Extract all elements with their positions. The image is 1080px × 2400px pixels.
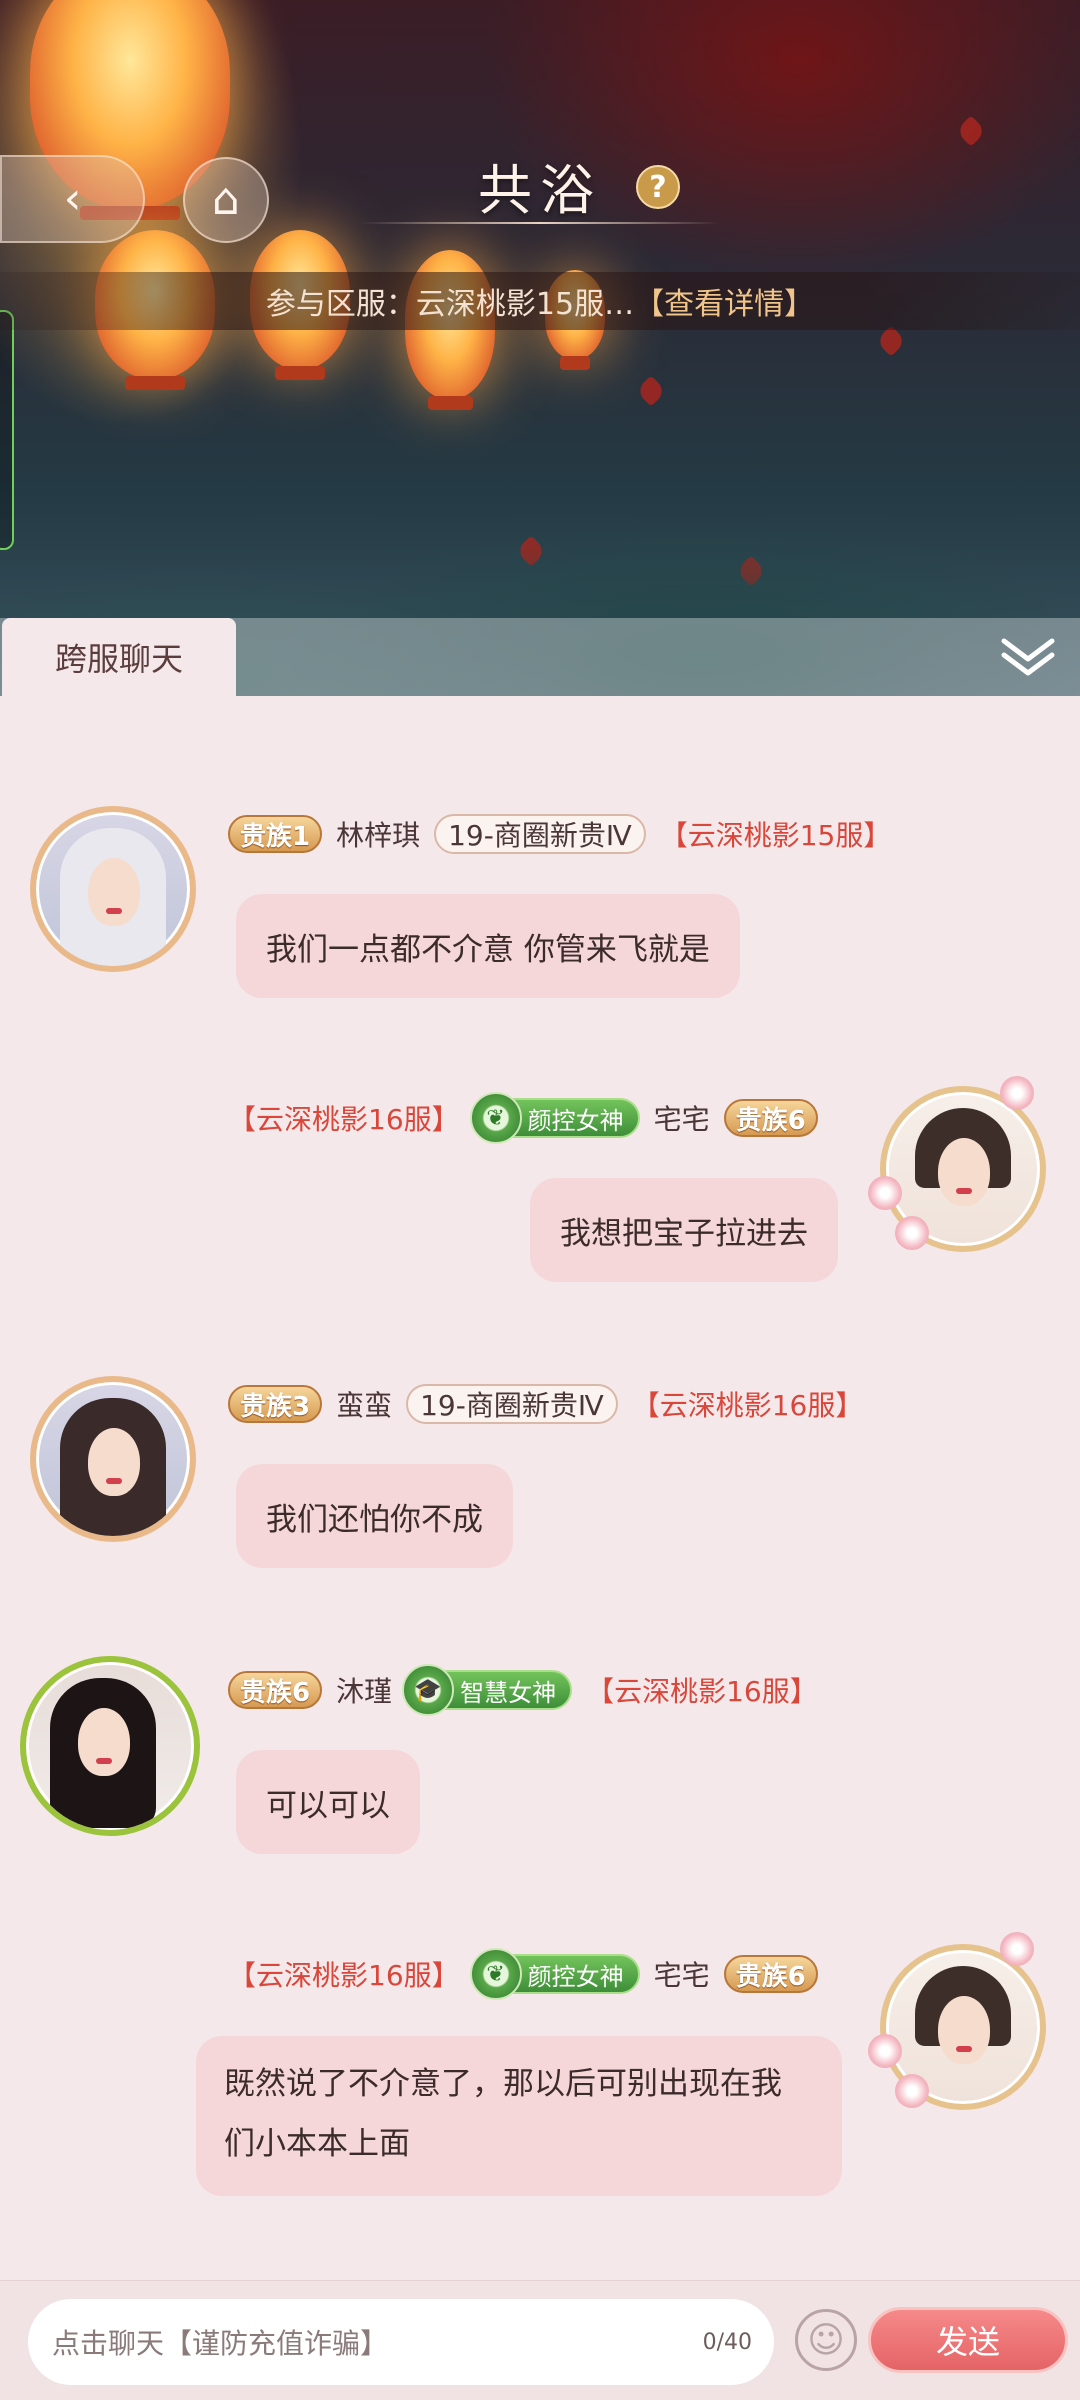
message-header: 【云深桃影16服】 ❦ 颜控女神 宅宅 贵族6 bbox=[228, 1948, 818, 2000]
side-drawer-handle[interactable] bbox=[0, 310, 14, 550]
title-badge-label: 颜控女神 bbox=[527, 1962, 624, 1991]
title-badge: ❦ 颜控女神 bbox=[469, 1092, 640, 1144]
double-chevron-down-icon bbox=[1001, 638, 1055, 676]
message-text: 可以可以 bbox=[266, 1787, 390, 1824]
cherry-blossom-decoration bbox=[895, 2074, 929, 2108]
server-tag: 【云深桃影16服】 bbox=[631, 1389, 864, 1422]
cherry-blossom-decoration bbox=[1000, 1932, 1034, 1966]
home-icon: ⌂ bbox=[212, 174, 240, 225]
tab-cross-server-chat[interactable]: 跨服聊天 bbox=[2, 618, 236, 696]
server-tag: 【云深桃影15服】 bbox=[659, 819, 892, 852]
avatar[interactable] bbox=[20, 1656, 200, 1836]
message-header: 贵族6 沐瑾 🎓 智慧女神 【云深桃影16服】 bbox=[228, 1664, 818, 1716]
back-arrow-icon: ‹ bbox=[63, 173, 82, 224]
back-button[interactable]: ‹ bbox=[0, 155, 145, 243]
title-badge: ❦ 颜控女神 bbox=[469, 1948, 640, 2000]
message-bubble[interactable]: 既然说了不介意了，那以后可别出现在我 们小本本上面 bbox=[196, 2036, 842, 2196]
avatar[interactable] bbox=[30, 806, 196, 972]
cherry-blossom-decoration bbox=[868, 2034, 902, 2068]
server-tag: 【云深桃影16服】 bbox=[586, 1675, 818, 1708]
message-header: 贵族3 蛮蛮 19-商圈新贵Ⅳ 【云深桃影16服】 bbox=[228, 1382, 863, 1426]
message-bubble[interactable]: 我们还怕你不成 bbox=[236, 1464, 513, 1568]
noble-rank-badge: 贵族6 bbox=[723, 1955, 818, 1993]
cherry-blossom-decoration bbox=[868, 1176, 902, 1210]
home-button[interactable]: ⌂ bbox=[183, 157, 269, 243]
guild-badge: 19-商圈新贵Ⅳ bbox=[434, 814, 646, 854]
character-counter: 0/40 bbox=[702, 2329, 752, 2355]
message-bubble[interactable]: 我想把宝子拉进去 bbox=[530, 1178, 838, 1282]
title-badge-label: 智慧女神 bbox=[460, 1678, 557, 1707]
server-tag: 【云深桃影16服】 bbox=[228, 1959, 460, 1992]
leaf-emblem-icon: ❦ bbox=[469, 1948, 522, 2000]
noble-rank-badge: 贵族1 bbox=[228, 815, 323, 853]
noble-rank-badge: 贵族3 bbox=[228, 1385, 323, 1423]
cherry-blossom-decoration bbox=[1000, 1076, 1034, 1110]
sender-name[interactable]: 宅宅 bbox=[654, 1954, 710, 1994]
send-button[interactable]: 发送 bbox=[868, 2307, 1068, 2373]
message-text: 我想把宝子拉进去 bbox=[560, 1215, 808, 1252]
sender-name[interactable]: 蛮蛮 bbox=[336, 1384, 392, 1424]
help-icon[interactable]: ? bbox=[636, 165, 680, 209]
smiley-icon: ☺ bbox=[807, 2319, 845, 2361]
participating-servers-bar: 参与区服：云深桃影15服… 【查看详情】 bbox=[0, 272, 1080, 330]
message-bubble[interactable]: 我们一点都不介意 你管来飞就是 bbox=[236, 894, 740, 998]
sender-name[interactable]: 林梓琪 bbox=[336, 814, 420, 854]
leaf-emblem-icon: ❦ bbox=[469, 1092, 522, 1144]
chat-input-bar: 点击聊天【谨防充值诈骗】 0/40 ☺ 发送 bbox=[0, 2280, 1080, 2400]
chat-tab-bar: 跨服聊天 bbox=[0, 618, 1080, 696]
maple-leaf-decoration bbox=[875, 325, 907, 357]
message-text-line: 既然说了不介意了，那以后可别出现在我 bbox=[224, 2066, 782, 2102]
message-text: 我们一点都不介意 你管来飞就是 bbox=[266, 931, 710, 968]
noble-rank-badge: 贵族6 bbox=[228, 1671, 323, 1709]
sender-name[interactable]: 沐瑾 bbox=[336, 1670, 392, 1710]
chat-message-list[interactable]: 贵族1 林梓琪 19-商圈新贵Ⅳ 【云深桃影15服】 我们一点都不介意 你管来飞… bbox=[0, 696, 1080, 2280]
sender-name[interactable]: 宅宅 bbox=[654, 1098, 710, 1138]
maple-leaf-decoration bbox=[955, 115, 987, 147]
chat-input[interactable]: 点击聊天【谨防充值诈骗】 0/40 bbox=[28, 2299, 774, 2385]
server-list-text: 参与区服：云深桃影15服… bbox=[265, 287, 635, 322]
event-scene-background: ‹ ⌂ 共浴 ? 参与区服：云深桃影15服… 【查看详情】 bbox=[0, 0, 1080, 700]
title-badge: 🎓 智慧女神 bbox=[402, 1664, 573, 1716]
title-badge-label: 颜控女神 bbox=[527, 1106, 624, 1135]
chat-input-placeholder: 点击聊天【谨防充值诈骗】 bbox=[52, 2327, 389, 2360]
server-tag: 【云深桃影16服】 bbox=[228, 1103, 460, 1136]
message-text-line: 们小本本上面 bbox=[224, 2126, 410, 2162]
cherry-blossom-decoration bbox=[895, 1216, 929, 1250]
view-details-link[interactable]: 【查看详情】 bbox=[634, 279, 814, 323]
message-bubble[interactable]: 可以可以 bbox=[236, 1750, 420, 1854]
emoji-button[interactable]: ☺ bbox=[795, 2309, 857, 2371]
message-header: 【云深桃影16服】 ❦ 颜控女神 宅宅 贵族6 bbox=[228, 1092, 818, 1144]
guild-badge: 19-商圈新贵Ⅳ bbox=[406, 1384, 618, 1424]
noble-rank-badge: 贵族6 bbox=[723, 1099, 818, 1137]
collapse-button[interactable] bbox=[998, 632, 1058, 682]
graduation-cap-icon: 🎓 bbox=[402, 1664, 455, 1716]
page-title: 共浴 bbox=[478, 158, 602, 222]
message-header: 贵族1 林梓琪 19-商圈新贵Ⅳ 【云深桃影15服】 bbox=[228, 812, 891, 856]
message-text: 我们还怕你不成 bbox=[266, 1501, 483, 1538]
avatar[interactable] bbox=[30, 1376, 196, 1542]
title-underline bbox=[360, 222, 720, 224]
